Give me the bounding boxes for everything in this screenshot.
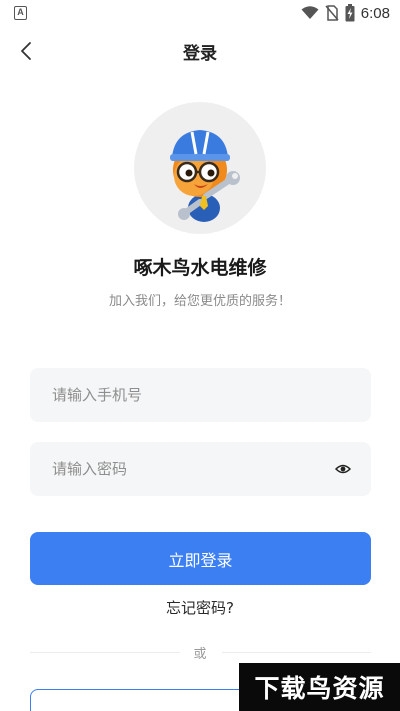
app-logo-avatar <box>134 102 266 234</box>
no-sim-icon <box>325 5 339 21</box>
status-icons: 6:08 <box>301 4 390 22</box>
page-title: 登录 <box>183 44 217 64</box>
status-bar: A 6:08 <box>0 0 400 28</box>
header: 登录 <box>0 28 400 74</box>
phone-input[interactable] <box>52 386 302 404</box>
phone-field[interactable] <box>30 368 371 422</box>
wifi-icon <box>301 6 319 19</box>
divider-line-right <box>222 652 371 653</box>
app-name: 啄木鸟水电维修 <box>133 257 267 279</box>
app-notification-icon: A <box>14 6 27 20</box>
slogan: 加入我们，给您更优质的服务！ <box>108 294 291 309</box>
forgot-password-link[interactable]: 忘记密码? <box>0 597 400 618</box>
woodpecker-mascot-icon <box>170 130 240 222</box>
clock: 6:08 <box>360 4 390 22</box>
password-input[interactable] <box>52 460 302 478</box>
watermark: 下载鸟资源 <box>239 663 400 711</box>
battery-charging-icon <box>345 4 355 22</box>
watermark-text: 下载鸟资源 <box>254 674 385 703</box>
login-button[interactable]: 立即登录 <box>30 532 371 585</box>
eye-icon[interactable] <box>335 461 351 477</box>
password-field[interactable] <box>30 442 371 496</box>
